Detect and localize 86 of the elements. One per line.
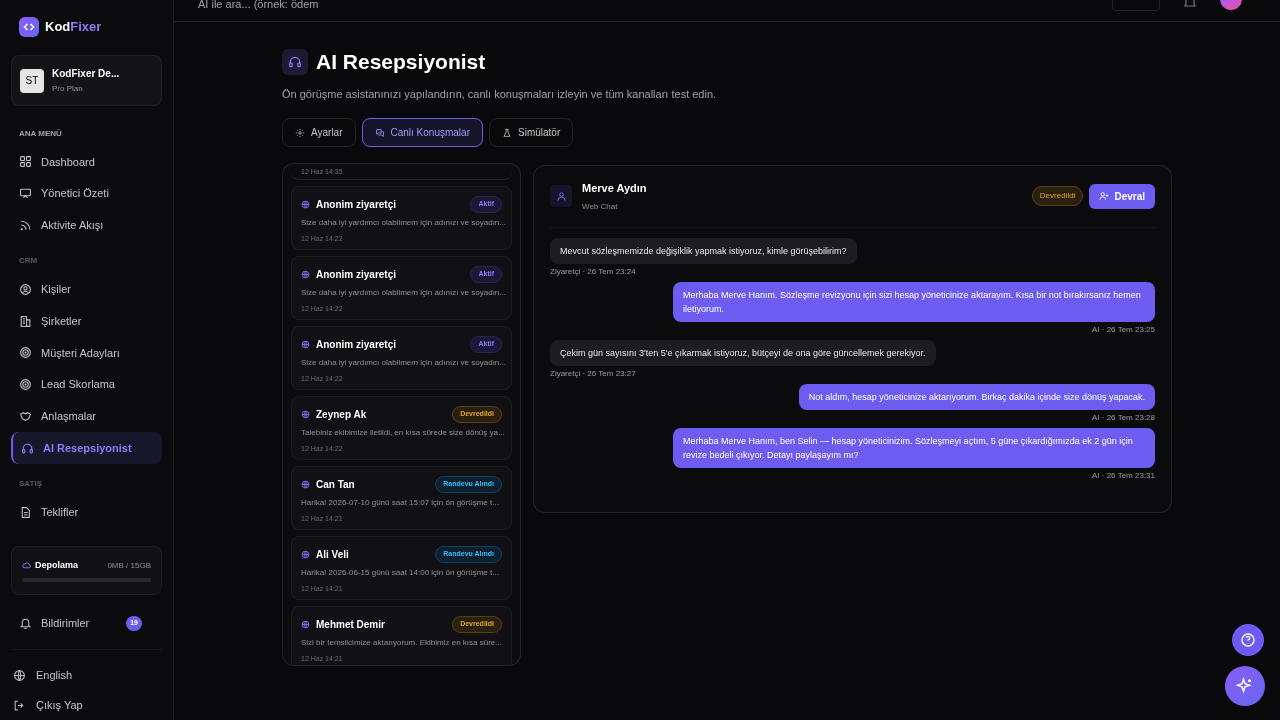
sidebar-item[interactable]: Teklifler xyxy=(11,496,162,528)
brand-logo: KodFixer xyxy=(45,18,102,37)
section-heading: SATIŞ xyxy=(18,478,43,491)
message-bubble: Çekim gün sayısını 3'ten 5'e çıkarmak istiyoruz, bütçeyi de ona göre güncellemek gerekiyor. xyxy=(550,339,936,366)
message-preview: Harika! 2026-07-10 günü saat 15:07 için ön görüşme t... xyxy=(301,496,500,509)
plan-label: Pro Plan xyxy=(52,83,84,95)
sidebar-item[interactable]: Anlaşmalar xyxy=(11,400,162,433)
visitor-name: Anonim ziyaretçi xyxy=(316,197,397,212)
help-button[interactable] xyxy=(1232,624,1264,656)
bell-icon xyxy=(19,616,32,630)
search-field[interactable]: AI ile ara... (örnek: ödem xyxy=(198,0,319,13)
visitor-name: Can Tan xyxy=(316,477,355,492)
sidebar-item[interactable]: Müşteri Adayları xyxy=(11,337,162,369)
language-switcher[interactable]: English xyxy=(11,660,162,691)
status-badge: Devredildi xyxy=(1031,186,1084,207)
workspace-name: KodFixer De... xyxy=(52,67,120,81)
gear-icon xyxy=(295,127,305,138)
chat-bubbles-icon xyxy=(374,127,385,138)
visitor-name: Anonim ziyaretçi xyxy=(316,267,397,282)
globe-icon xyxy=(301,269,310,279)
code-brackets-icon xyxy=(19,17,39,37)
globe-icon xyxy=(301,479,310,489)
sidebar-item[interactable]: AI Resepsiyonist xyxy=(11,432,162,465)
tab[interactable]: Canlı Konuşmalar xyxy=(361,118,483,147)
avatar[interactable] xyxy=(1220,0,1242,10)
cloud-icon xyxy=(22,561,31,571)
globe-icon xyxy=(301,339,310,349)
logout-button[interactable]: Çıkış Yap xyxy=(11,690,162,720)
grid-icon xyxy=(19,155,32,169)
message-meta: Ziyaretçi · 26 Tem 23:24 xyxy=(550,265,636,278)
building-icon xyxy=(19,314,32,328)
headset-icon xyxy=(282,48,308,75)
message-bubble: Not aldım, hesap yöneticinize aktarıyorum. Birkaç dakika içinde size dönüş yapacak. xyxy=(798,383,1155,410)
feed-icon xyxy=(19,219,32,232)
channel-label: Web Chat xyxy=(582,200,619,213)
sidebar-item[interactable]: Aktivite Akışı xyxy=(11,209,162,242)
page-subtitle: Ön görüşme asistanınızı yapılandırın, canlı konuşmaları izleyin ve tüm kanalları test edin. xyxy=(282,86,718,102)
globe-icon xyxy=(301,549,310,559)
message-bubble: Mevcut sözleşmemizde değişiklik yapmak istiyoruz, kimle görüşebilirim? xyxy=(550,237,857,264)
message-meta: Ziyaretçi · 26 Tem 23:27 xyxy=(550,367,636,380)
visitor-name: Anonim ziyaretçi xyxy=(316,337,397,352)
sidebar-item[interactable]: Lead Skorlama xyxy=(11,368,162,401)
tab[interactable]: Simülatör xyxy=(489,118,574,147)
message-preview: Harika! 2026-06-15 günü saat 14:00 için ön görüşme t... xyxy=(301,566,500,579)
presentation-icon xyxy=(19,187,32,201)
help-icon xyxy=(1240,632,1256,648)
contact-name: Merve Aydın xyxy=(582,181,647,196)
takeover-button[interactable]: Devral xyxy=(1089,183,1155,209)
message-bubble: Merhaba Merve Hanım. Sözleşme revizyonu için sizi hesap yöneticinize aktarayım. Kısa bir not bırakırsanız hemen iletiyorum. xyxy=(673,281,1155,322)
message-bubble: Merhaba Merve Hanım, ben Selin — hesap yöneticinizim. Sözleşmeyi açtım, 5 güne çıkardığımızda ek 2 gün için revize bedeli çıkıyor. Detayı paylaşayım mı? xyxy=(673,427,1155,468)
target-icon xyxy=(19,346,32,360)
target-icon xyxy=(19,378,32,392)
logout-icon xyxy=(13,698,26,712)
sidebar-item[interactable]: Şirketler xyxy=(11,305,162,337)
message-meta: AI · 26 Tem 23:25 xyxy=(1092,323,1155,336)
bell-icon[interactable] xyxy=(1184,0,1196,8)
sparkle-icon xyxy=(1236,677,1254,695)
storage-label: Depolama xyxy=(35,558,78,572)
headset-icon xyxy=(21,441,34,455)
sidebar-item[interactable]: Yönetici Özeti xyxy=(11,177,162,210)
globe-icon xyxy=(301,199,310,209)
user-plus-icon xyxy=(1099,191,1110,202)
storage-usage: 0MB / 15GB xyxy=(107,559,151,572)
globe-icon xyxy=(301,409,310,419)
message-meta: AI · 26 Tem 23:31 xyxy=(1092,469,1155,482)
sidebar-item[interactable]: Kişiler xyxy=(11,273,162,306)
message-meta: AI · 26 Tem 23:28 xyxy=(1092,411,1155,424)
ai-assistant-button[interactable] xyxy=(1225,666,1265,706)
workspace-switcher[interactable]: ST KodFixer De... Pro Plan xyxy=(11,55,162,106)
globe-icon xyxy=(13,668,26,682)
tab[interactable]: Ayarlar xyxy=(282,118,356,147)
visitor-name: Mehmet Demir xyxy=(316,617,385,632)
page-title: AI Resepsiyonist xyxy=(316,49,486,75)
sidebar-item[interactable]: Dashboard xyxy=(11,146,162,178)
document-icon xyxy=(19,505,32,519)
visitor-name: Ali Veli xyxy=(316,547,349,562)
user-icon xyxy=(550,185,572,208)
globe-icon xyxy=(301,619,310,629)
message-preview: Sizi bir temsilcimize aktarıyorum. Ekibimiz en kısa süre... xyxy=(301,636,502,649)
visitor-name: Zeynep Ak xyxy=(316,407,367,422)
section-heading: CRM xyxy=(18,255,39,268)
section-heading: ANA MENÜ xyxy=(18,128,63,140)
message-preview: Talebiniz ekibimize iletildi, en kısa sürede size dönüş ya... xyxy=(301,426,502,439)
workspace-avatar: ST xyxy=(20,68,44,93)
user-circle-icon xyxy=(19,282,32,296)
flask-icon xyxy=(502,127,512,138)
